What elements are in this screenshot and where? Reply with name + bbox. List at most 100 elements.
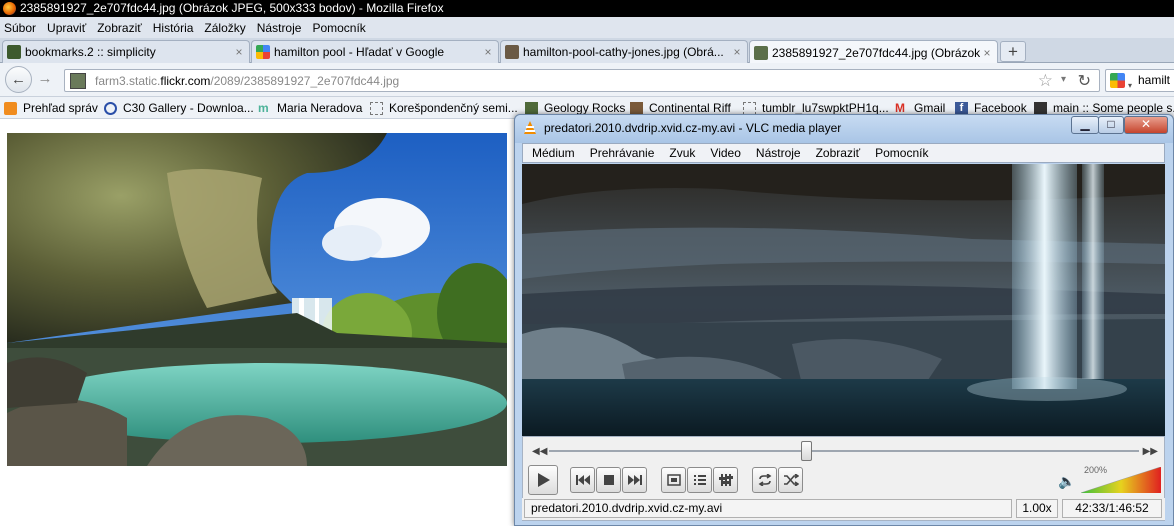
seek-handle[interactable] [800,441,812,461]
rss-icon [4,101,17,115]
bookmark-item[interactable]: Geology Rocks [525,101,625,115]
url-text[interactable]: farm3.static.flickr.com/2089/2385891927_… [95,74,399,88]
menu-edit[interactable]: Upraviť [47,21,86,35]
back-button[interactable]: ← [5,66,32,93]
vlc-menu-view[interactable]: Zobraziť [816,146,861,160]
vlc-window: predatori.2010.dvdrip.xvid.cz-my.avi - V… [514,114,1174,526]
google-icon[interactable] [1110,73,1125,88]
loop-button[interactable] [752,467,777,493]
tab-bookmarks-simplicity[interactable]: bookmarks.2 :: simplicity × [2,40,250,63]
tab-google-search[interactable]: hamilton pool - Hľadať v Google × [251,40,499,63]
search-input-text[interactable]: hamilt [1138,73,1170,87]
image-icon [630,101,643,115]
browser-menubar: Súbor Upraviť Zobraziť História Záložky … [0,17,1174,38]
extended-settings-button[interactable] [713,467,738,493]
tab-current-image[interactable]: 2385891927_2e707fdc44.jpg (Obrázok ... × [749,40,998,64]
image-icon [505,45,519,59]
bookmark-item[interactable]: C30 Gallery - Downloa... [104,101,254,115]
tab-close-icon[interactable]: × [232,45,246,59]
volume-percent: 200% [1084,465,1108,475]
bookmark-item[interactable]: Korešpondenčný semi... [370,101,518,115]
previous-button[interactable] [570,467,595,493]
window-title: 2385891927_2e707fdc44.jpg (Obrázok JPEG,… [20,1,444,15]
bookmark-item[interactable]: Continental Riff [630,101,731,115]
next-button[interactable] [622,467,647,493]
forward-button[interactable]: → [33,68,57,92]
tab-close-icon[interactable]: × [730,45,744,59]
reload-icon[interactable]: ↻ [1078,71,1091,91]
playback-time[interactable]: 42:33/1:46:52 [1062,499,1162,518]
speaker-icon[interactable]: 🔈 [1058,473,1075,490]
vlc-menu-playback[interactable]: Prehrávanie [590,146,655,160]
equalizer-icon [718,474,733,486]
bookmark-item[interactable]: f Facebook [955,101,1027,115]
tab-strip: bookmarks.2 :: simplicity × hamilton poo… [0,38,1174,64]
shuffle-icon [783,474,799,486]
menu-bookmarks[interactable]: Záložky [204,21,245,35]
image-icon [525,101,538,115]
close-button[interactable]: ✕ [1124,116,1168,134]
vlc-menu-help[interactable]: Pomocník [875,146,928,160]
stop-icon [603,475,614,485]
back-arrow-icon: ← [11,71,26,88]
seek-forward-icon[interactable]: ▶▶ [1143,446,1158,457]
firefox-icon [3,2,16,15]
hamilton-pool-photo[interactable] [7,133,507,466]
tab-close-icon[interactable]: × [481,45,495,59]
m-icon: m [258,100,269,115]
vlc-title-bar[interactable]: predatori.2010.dvdrip.xvid.cz-my.avi - V… [515,115,1173,143]
play-icon [538,473,550,487]
vlc-menu-audio[interactable]: Zvuk [669,146,695,160]
c30-icon [104,101,117,115]
minimize-button[interactable]: ▁ [1071,116,1099,134]
play-button[interactable] [528,465,558,495]
vlc-menu-media[interactable]: Médium [532,146,575,160]
video-frame[interactable] [522,164,1165,436]
loop-icon [758,474,771,486]
menu-file[interactable]: Súbor [4,21,36,35]
address-bar[interactable]: farm3.static.flickr.com/2089/2385891927_… [64,69,1100,92]
menu-history[interactable]: História [153,21,194,35]
bookmark-item[interactable]: m Maria Neradova [258,101,362,115]
search-box[interactable]: ▾ hamilt [1105,69,1174,92]
vlc-menu-tools[interactable]: Nástroje [756,146,801,160]
shuffle-button[interactable] [778,467,803,493]
forward-arrow-icon: → [37,70,53,87]
menu-view[interactable]: Zobraziť [97,21,142,35]
vlc-menubar: Médium Prehrávanie Zvuk Video Nástroje Z… [522,143,1165,163]
seek-bar[interactable] [549,441,1139,461]
new-tab-button[interactable]: + [1000,41,1026,62]
status-filename: predatori.2010.dvdrip.xvid.cz-my.avi [524,499,1012,518]
navigation-bar: ← → farm3.static.flickr.com/2089/2385891… [0,63,1174,97]
tab-close-icon[interactable]: × [980,46,994,60]
window-title-bar: 2385891927_2e707fdc44.jpg (Obrázok JPEG,… [0,0,1174,17]
next-icon [627,475,642,485]
vlc-menu-video[interactable]: Video [710,146,740,160]
menu-help[interactable]: Pomocník [312,21,365,35]
tab-hamilton-pool-image[interactable]: hamilton-pool-cathy-jones.jpg (Obrá... × [500,40,748,63]
url-dropdown-icon[interactable]: ▾ [1061,74,1066,85]
search-engine-dropdown-icon[interactable]: ▾ [1128,75,1132,96]
vlc-cone-icon [524,121,536,134]
favicon-icon [7,45,21,59]
bookmark-item[interactable]: tumblr_lu7swpktPH1q... [743,101,889,115]
bookmark-star-icon[interactable]: ☆ [1038,71,1053,91]
image-icon [1034,101,1047,115]
playlist-button[interactable] [687,467,712,493]
vlc-title: predatori.2010.dvdrip.xvid.cz-my.avi - V… [544,121,842,135]
playback-speed[interactable]: 1.00x [1016,499,1058,518]
site-identity-icon[interactable] [70,73,86,89]
menu-tools[interactable]: Nástroje [257,21,302,35]
maximize-button[interactable]: □ [1098,116,1124,134]
page-icon [743,101,756,115]
fullscreen-icon [666,474,681,486]
fullscreen-button[interactable] [661,467,686,493]
bookmark-item[interactable]: M Gmail [895,101,945,115]
stop-button[interactable] [596,467,621,493]
bookmark-item[interactable]: Prehľad správ [4,101,98,115]
page-icon [370,101,383,115]
bookmark-item[interactable]: main :: Some people s... [1034,101,1174,115]
seek-back-icon[interactable]: ◀◀ [532,446,547,457]
facebook-icon: f [955,101,968,115]
google-icon [256,45,270,59]
